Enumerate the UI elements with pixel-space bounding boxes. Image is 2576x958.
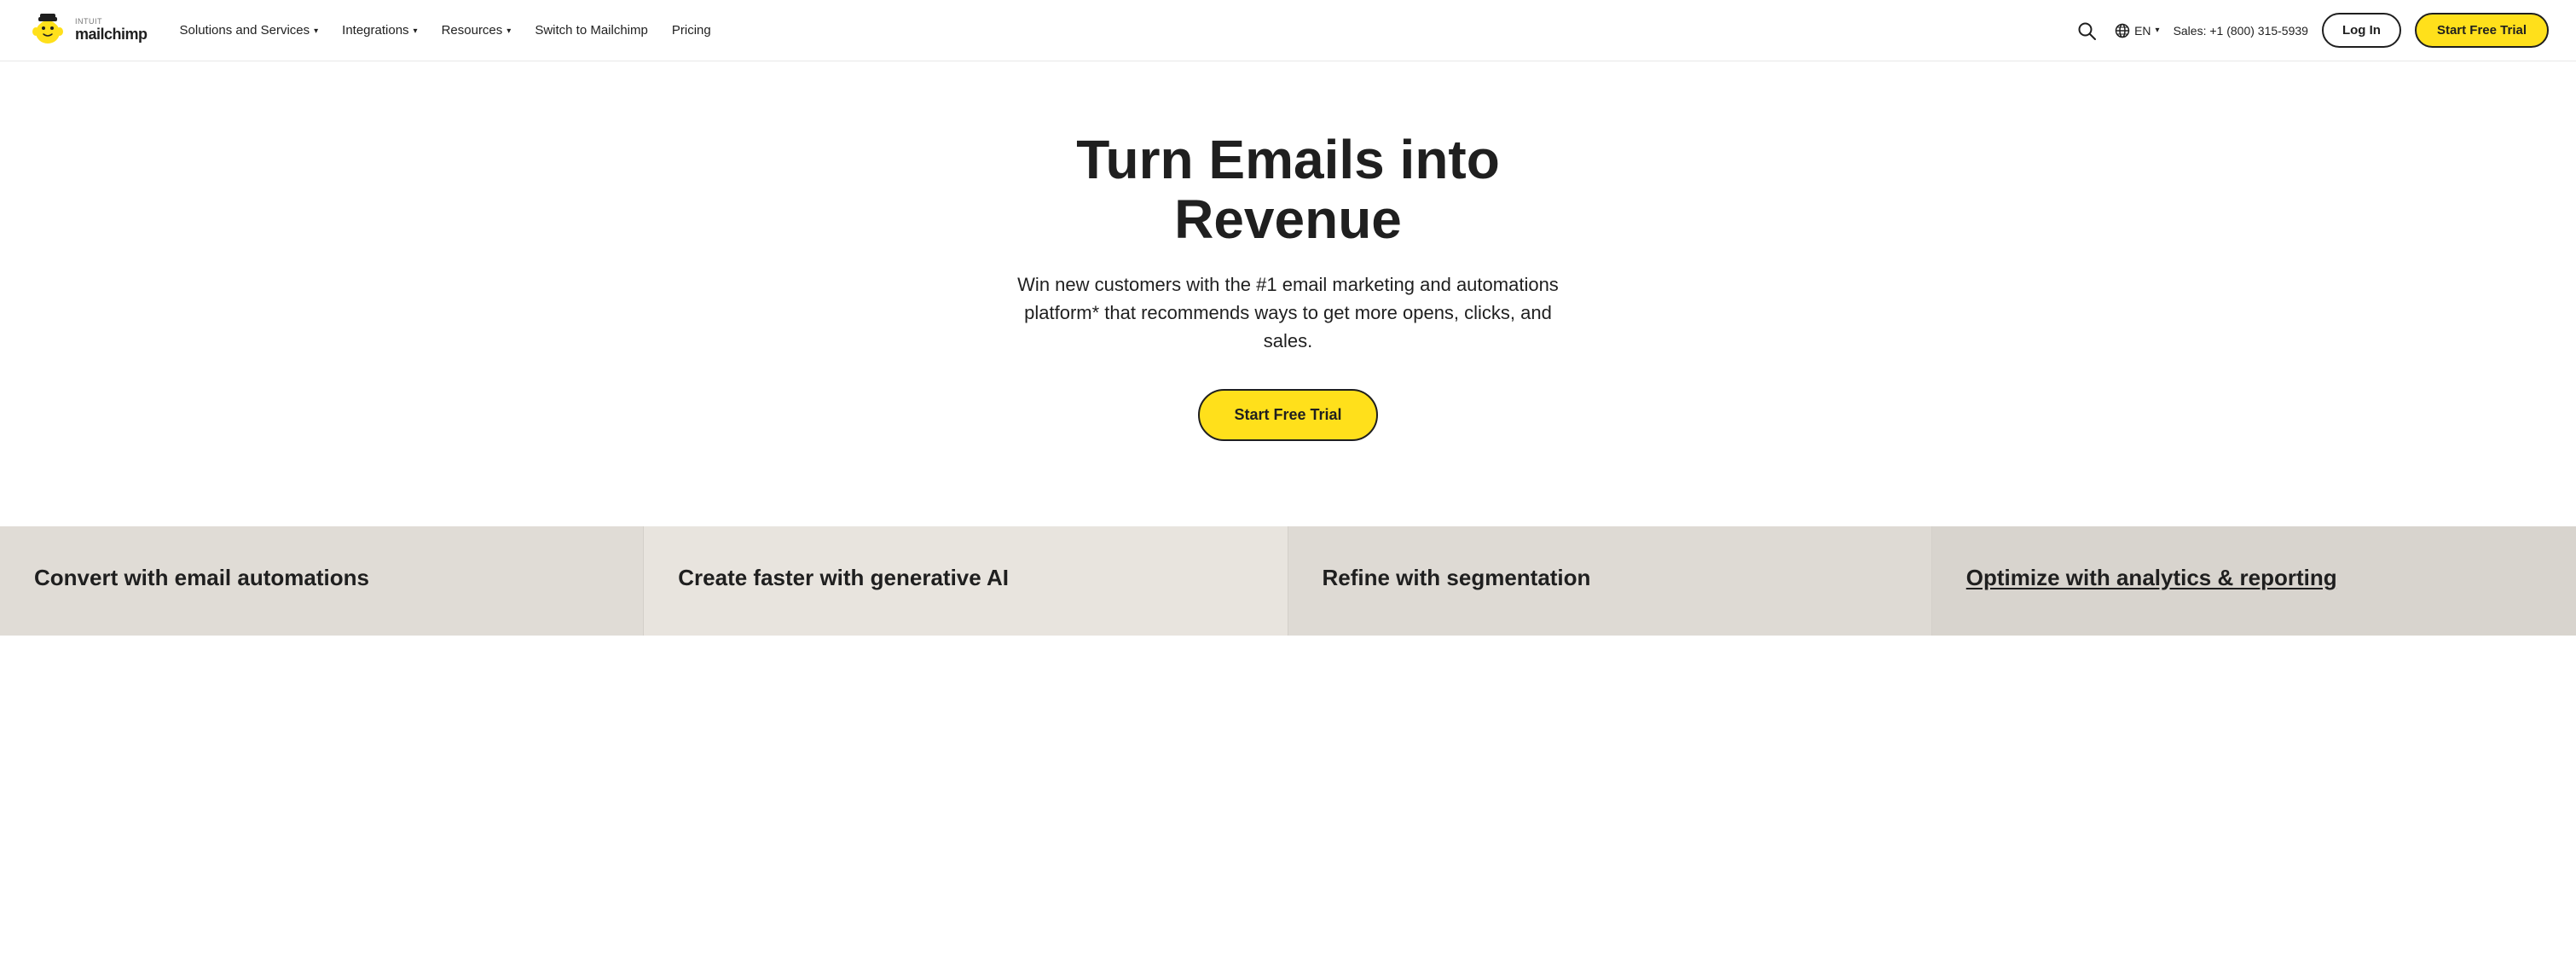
nav-pricing-link[interactable]: Pricing [660,16,723,44]
login-button[interactable]: Log In [2322,13,2401,48]
feature-item-generative-ai[interactable]: Create faster with generative AI [644,526,1288,636]
mailchimp-logo-icon [27,10,68,51]
nav-resources-link[interactable]: Resources ▾ [430,16,524,44]
feature-title-analytics: Optimize with analytics & reporting [1966,565,2337,590]
integrations-chevron-icon: ▾ [414,26,418,36]
search-icon [2077,21,2096,40]
hero-section: Turn Emails into Revenue Win new custome… [0,61,2576,526]
nav-solutions-link[interactable]: Solutions and Services ▾ [168,16,331,44]
start-free-trial-hero-button[interactable]: Start Free Trial [1198,389,1377,441]
sales-phone: Sales: +1 (800) 315-5939 [2174,24,2308,38]
feature-title-segmentation: Refine with segmentation [1323,565,1591,590]
nav-right-group: EN ▾ Sales: +1 (800) 315-5939 Log In Sta… [2072,13,2549,48]
resources-chevron-icon: ▾ [507,26,511,36]
feature-item-email-automations[interactable]: Convert with email automations [0,526,644,636]
mailchimp-label: mailchimp [75,26,148,44]
nav-links-group: Solutions and Services ▾ Integrations ▾ … [168,16,2069,44]
solutions-chevron-icon: ▾ [314,26,318,36]
feature-title-email-automations: Convert with email automations [34,565,369,590]
start-free-trial-nav-button[interactable]: Start Free Trial [2415,13,2549,48]
hero-subtitle: Win new customers with the #1 email mark… [999,270,1578,355]
logo-link[interactable]: INTUIT mailchimp [27,10,148,51]
feature-title-generative-ai: Create faster with generative AI [678,565,1009,590]
feature-item-analytics[interactable]: Optimize with analytics & reporting [1932,526,2576,636]
nav-integrations-link[interactable]: Integrations ▾ [330,16,429,44]
language-selector[interactable]: EN ▾ [2115,23,2159,38]
features-bar: Convert with email automations Create fa… [0,526,2576,636]
feature-item-segmentation[interactable]: Refine with segmentation [1288,526,1932,636]
hero-title: Turn Emails into Revenue [990,130,1587,250]
search-button[interactable] [2072,16,2101,45]
nav-switch-link[interactable]: Switch to Mailchimp [523,16,660,44]
lang-chevron-icon: ▾ [2156,26,2160,35]
main-nav: INTUIT mailchimp Solutions and Services … [0,0,2576,61]
globe-icon [2115,23,2130,38]
